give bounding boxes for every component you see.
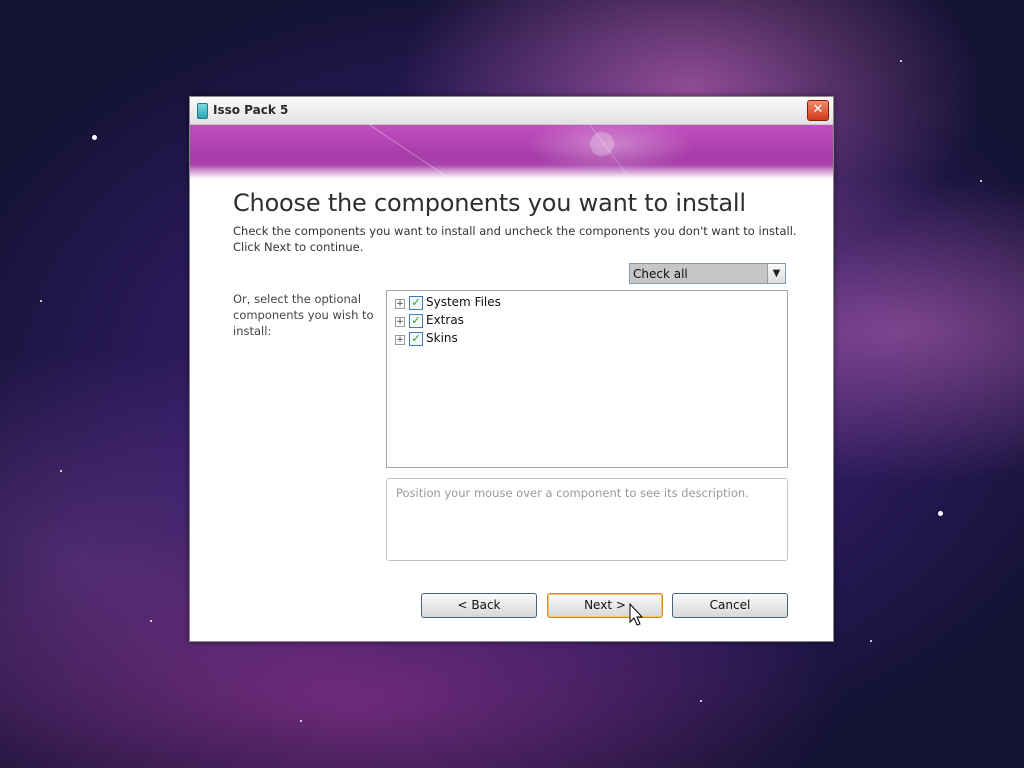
star: [60, 470, 62, 472]
expand-icon[interactable]: +: [395, 317, 405, 327]
expand-icon[interactable]: +: [395, 299, 405, 309]
star: [150, 620, 152, 622]
checkbox-extras[interactable]: ✓: [409, 314, 423, 328]
star: [938, 511, 943, 516]
back-button[interactable]: < Back: [421, 593, 537, 618]
install-type-value: Check all: [633, 267, 688, 281]
installer-window: Isso Pack 5 ✕ Choose the components you …: [189, 96, 834, 642]
tree-item-label: Skins: [426, 331, 458, 345]
star: [870, 640, 872, 642]
next-button[interactable]: Next >: [547, 593, 663, 618]
chevron-down-icon[interactable]: ▼: [767, 264, 785, 283]
components-tree[interactable]: + ✓ System Files + ✓ Extras + ✓ Skins: [386, 290, 788, 468]
component-description-text: Position your mouse over a component to …: [396, 486, 749, 500]
tree-item-label: System Files: [426, 295, 501, 309]
description-line: Click Next to continue.: [233, 240, 364, 254]
mouse-cursor-icon: [629, 603, 643, 626]
tree-item-label: Extras: [426, 313, 464, 327]
checkbox-system-files[interactable]: ✓: [409, 296, 423, 310]
window-title: Isso Pack 5: [213, 103, 289, 117]
components-label: Or, select the optional components you w…: [233, 292, 374, 338]
star: [92, 135, 97, 140]
star: [40, 300, 42, 302]
install-type-dropdown[interactable]: Check all ▼: [629, 263, 786, 284]
expand-icon[interactable]: +: [395, 335, 405, 345]
star: [980, 180, 982, 182]
star: [700, 700, 702, 702]
app-icon: [197, 103, 208, 119]
page-title: Choose the components you want to instal…: [233, 189, 746, 217]
checkbox-skins[interactable]: ✓: [409, 332, 423, 346]
header-banner: [190, 125, 833, 179]
cancel-button[interactable]: Cancel: [672, 593, 788, 618]
component-description-box: Position your mouse over a component to …: [386, 478, 788, 561]
star: [300, 720, 302, 722]
description-line: Check the components you want to install…: [233, 224, 797, 238]
title-bar[interactable]: Isso Pack 5 ✕: [190, 97, 833, 125]
close-button[interactable]: ✕: [807, 100, 829, 121]
close-icon: ✕: [812, 102, 824, 117]
page-description: Check the components you want to install…: [233, 223, 803, 255]
star: [900, 60, 902, 62]
